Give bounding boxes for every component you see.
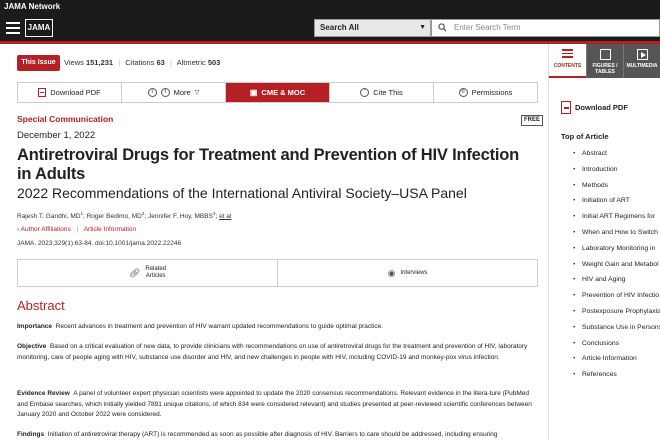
- articles-label: Articles: [145, 273, 166, 279]
- more-label: More: [173, 88, 191, 97]
- search-placeholder: Enter Search Term: [454, 23, 521, 32]
- related-content-box: 🔗︎ Related Articles ◉ Interviews: [17, 259, 538, 287]
- et-al-link[interactable]: et al: [219, 213, 231, 220]
- article-toolbar: Download PDF t f More ▽ ▣ CME & MOC “ Ci…: [17, 82, 538, 103]
- toc-item[interactable]: Initial ART Regimens for: [561, 213, 660, 229]
- jama-network-label[interactable]: JAMA Network: [4, 2, 60, 11]
- abstract-heading: Abstract: [17, 298, 65, 313]
- network-strip: JAMA Network: [0, 0, 660, 15]
- article-type: Special Communication: [17, 114, 114, 124]
- abstract-objective: Objective Based on a critical evaluation…: [17, 343, 528, 361]
- publication-date: December 1, 2022: [17, 130, 96, 141]
- author-list: Rajesh T. Gandhi, MD1; Roger Bedimo, MD2…: [17, 211, 232, 221]
- toc-item[interactable]: Weight Gain and Metabol: [561, 261, 660, 277]
- table-of-contents: Abstract Introduction Methods Initiation…: [561, 150, 660, 387]
- right-sidebar: CONTENTS FIGURES / TABLES MULTIMEDIA Dow…: [548, 44, 660, 440]
- twitter-icon[interactable]: t: [147, 88, 157, 97]
- article-metrics: Views 151,231 | Citations 63 | Altmetric…: [64, 58, 221, 67]
- list-icon: [562, 49, 573, 60]
- chevron-down-icon: ▼: [419, 24, 426, 31]
- cme-moc-label: CME & MOC: [261, 88, 306, 97]
- toc-item[interactable]: Substance Use in Persons: [561, 324, 660, 340]
- certificate-icon: ▣: [249, 88, 258, 97]
- jama-logo[interactable]: JAMA: [25, 19, 53, 37]
- interviews-label: Interviews: [400, 270, 428, 276]
- citations-label: Citations: [125, 58, 155, 67]
- quote-icon: “: [360, 88, 370, 97]
- sidebar-tabs: CONTENTS FIGURES / TABLES MULTIMEDIA: [549, 44, 660, 78]
- this-issue-button[interactable]: This Issue: [17, 55, 60, 71]
- interviews-button[interactable]: ◉ Interviews: [278, 260, 537, 286]
- altmetric-count[interactable]: 503: [208, 58, 221, 67]
- permissions-label: Permissions: [471, 88, 513, 97]
- download-pdf-button[interactable]: Download PDF: [18, 83, 122, 102]
- tab-multimedia[interactable]: MULTIMEDIA: [623, 44, 660, 78]
- cite-this-label: Cite This: [373, 88, 403, 97]
- tab-figures-tables[interactable]: FIGURES / TABLES: [586, 44, 623, 78]
- tab-contents[interactable]: CONTENTS: [549, 44, 586, 78]
- download-pdf-label: Download PDF: [50, 88, 101, 97]
- more-button[interactable]: t f More ▽: [122, 83, 226, 102]
- chevron-down-icon: ▽: [194, 90, 200, 96]
- toc-item[interactable]: Prevention of HIV Infectio: [561, 292, 660, 308]
- site-header: JAMA Search All ▼ Enter Search Term: [0, 15, 660, 41]
- related-articles-button[interactable]: 🔗︎ Related Articles: [18, 260, 278, 286]
- abstract-evidence-review: Evidence Review A panel of volunteer exp…: [17, 390, 532, 418]
- cme-moc-button[interactable]: ▣ CME & MOC: [226, 83, 330, 102]
- search-scope-label: Search All: [320, 23, 359, 32]
- search-scope-select[interactable]: Search All ▼: [314, 19, 431, 37]
- article-subtitle: 2022 Recommendations of the Internationa…: [17, 185, 467, 201]
- author-name[interactable]: Jennifer F. Hoy, MBBS: [148, 213, 213, 220]
- author-links: › Author Affiliations | Article Informat…: [17, 226, 137, 233]
- sidebar-download-pdf[interactable]: Download PDF: [561, 101, 628, 114]
- copyright-icon: ©: [458, 88, 468, 97]
- views-label: Views: [64, 58, 84, 67]
- facebook-icon[interactable]: f: [160, 88, 170, 97]
- abstract-importance: Importance Recent advances in treatment …: [17, 323, 384, 330]
- toc-item[interactable]: HIV and Aging: [561, 276, 660, 292]
- free-badge: FREE: [521, 115, 544, 126]
- figure-icon: [600, 49, 611, 60]
- toc-heading[interactable]: Top of Article: [561, 132, 609, 141]
- abstract-findings: Findings Initiation of antiretroviral th…: [17, 431, 498, 438]
- permissions-button[interactable]: © Permissions: [434, 83, 537, 102]
- pdf-icon: [561, 101, 571, 114]
- link-icon: 🔗︎: [128, 267, 141, 278]
- views-count[interactable]: 151,231: [86, 58, 113, 67]
- toc-item[interactable]: Initiation of ART: [561, 197, 660, 213]
- search-icon: [438, 23, 447, 32]
- toc-item[interactable]: Abstract: [561, 150, 660, 166]
- altmetric-label: Altmetric: [176, 58, 206, 67]
- related-label: Related: [145, 266, 167, 272]
- toc-item[interactable]: Conclusions: [561, 340, 660, 356]
- author-affiliations-link[interactable]: › Author Affiliations: [17, 226, 71, 233]
- author-name[interactable]: Roger Bedimo, MD: [87, 213, 142, 220]
- play-icon: [637, 49, 648, 60]
- search-input[interactable]: Enter Search Term: [431, 19, 660, 37]
- toc-item[interactable]: Introduction: [561, 166, 660, 182]
- author-name[interactable]: Rajesh T. Gandhi, MD: [17, 213, 80, 220]
- menu-icon[interactable]: [6, 22, 20, 34]
- cite-this-button[interactable]: “ Cite This: [330, 83, 434, 102]
- toc-item[interactable]: References: [561, 371, 660, 387]
- toc-item[interactable]: Article Information: [561, 355, 660, 371]
- article-title: Antiretroviral Drugs for Treatment and P…: [17, 146, 520, 183]
- pdf-icon: [38, 88, 47, 97]
- toc-item[interactable]: Laboratory Monitoring in: [561, 245, 660, 261]
- citation-line: JAMA. 2023;329(1):63-84. doi:10.1001/jam…: [17, 240, 182, 247]
- article-information-link[interactable]: Article Information: [84, 226, 136, 233]
- toc-item[interactable]: Postexposure Prophylaxis: [561, 308, 660, 324]
- toc-item[interactable]: Methods: [561, 182, 660, 198]
- toc-item[interactable]: When and How to Switch: [561, 229, 660, 245]
- podcast-icon: ◉: [387, 267, 396, 278]
- citations-count[interactable]: 63: [157, 58, 165, 67]
